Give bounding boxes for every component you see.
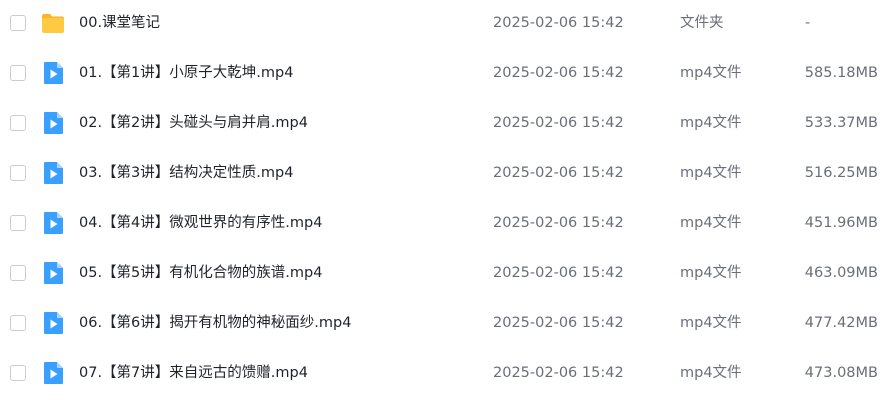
row-checkbox[interactable] — [10, 15, 26, 31]
file-modified-date: 2025-02-06 15:42 — [493, 115, 624, 131]
file-size: 533.37MB — [804, 115, 878, 131]
file-row-video[interactable]: 02.【第2讲】头碰头与肩并肩.mp4 2025-02-06 15:42 mp4… — [0, 100, 886, 150]
video-file-icon — [41, 61, 65, 85]
file-modified-date: 2025-02-06 15:42 — [493, 315, 624, 331]
row-checkbox[interactable] — [10, 215, 26, 231]
file-row-video[interactable]: 07.【第7讲】来自远古的馈赠.mp4 2025-02-06 15:42 mp4… — [0, 350, 886, 400]
file-type: mp4文件 — [680, 165, 742, 181]
file-name[interactable]: 00.课堂笔记 — [79, 14, 160, 32]
file-name[interactable]: 01.【第1讲】小原子大乾坤.mp4 — [79, 64, 293, 82]
file-size: 473.08MB — [804, 365, 878, 381]
row-checkbox[interactable] — [10, 65, 26, 81]
file-row-video[interactable]: 03.【第3讲】结构决定性质.mp4 2025-02-06 15:42 mp4文… — [0, 150, 886, 200]
row-checkbox[interactable] — [10, 365, 26, 381]
file-name[interactable]: 05.【第5讲】有机化合物的族谱.mp4 — [79, 264, 322, 282]
file-name[interactable]: 04.【第4讲】微观世界的有序性.mp4 — [79, 214, 322, 232]
file-type: mp4文件 — [680, 65, 742, 81]
file-type: mp4文件 — [680, 215, 742, 231]
file-size: 463.09MB — [804, 265, 878, 281]
row-checkbox[interactable] — [10, 315, 26, 331]
file-size: 451.96MB — [804, 215, 878, 231]
file-modified-date: 2025-02-06 15:42 — [493, 215, 624, 231]
file-name[interactable]: 06.【第6讲】揭开有机物的神秘面纱.mp4 — [79, 314, 351, 332]
file-modified-date: 2025-02-06 15:42 — [493, 365, 624, 381]
video-file-icon — [41, 111, 65, 135]
file-type: 文件夹 — [680, 15, 724, 31]
file-type: mp4文件 — [680, 265, 742, 281]
row-checkbox[interactable] — [10, 115, 26, 131]
file-size: 585.18MB — [804, 65, 878, 81]
file-type: mp4文件 — [680, 365, 742, 381]
file-size: 477.42MB — [804, 315, 878, 331]
file-modified-date: 2025-02-06 15:42 — [493, 165, 624, 181]
file-size: 516.25MB — [804, 165, 878, 181]
file-row-video[interactable]: 06.【第6讲】揭开有机物的神秘面纱.mp4 2025-02-06 15:42 … — [0, 300, 886, 350]
file-size: - — [805, 15, 811, 31]
file-modified-date: 2025-02-06 15:42 — [493, 65, 624, 81]
row-checkbox[interactable] — [10, 165, 26, 181]
video-file-icon — [41, 211, 65, 235]
file-modified-date: 2025-02-06 15:42 — [493, 15, 624, 31]
video-file-icon — [41, 361, 65, 385]
video-file-icon — [41, 261, 65, 285]
file-row-video[interactable]: 01.【第1讲】小原子大乾坤.mp4 2025-02-06 15:42 mp4文… — [0, 50, 886, 100]
file-name[interactable]: 07.【第7讲】来自远古的馈赠.mp4 — [79, 364, 308, 382]
video-file-icon — [41, 161, 65, 185]
file-row-video[interactable]: 05.【第5讲】有机化合物的族谱.mp4 2025-02-06 15:42 mp… — [0, 250, 886, 300]
file-type: mp4文件 — [680, 115, 742, 131]
folder-icon — [41, 11, 65, 35]
video-file-icon — [41, 311, 65, 335]
file-name[interactable]: 03.【第3讲】结构决定性质.mp4 — [79, 164, 293, 182]
file-name[interactable]: 02.【第2讲】头碰头与肩并肩.mp4 — [79, 114, 308, 132]
file-row-video[interactable]: 04.【第4讲】微观世界的有序性.mp4 2025-02-06 15:42 mp… — [0, 200, 886, 250]
file-type: mp4文件 — [680, 315, 742, 331]
file-row-folder[interactable]: 00.课堂笔记 2025-02-06 15:42 文件夹 - — [0, 0, 886, 50]
file-list: 00.课堂笔记 2025-02-06 15:42 文件夹 - 01.【第1讲】小… — [0, 0, 886, 389]
file-modified-date: 2025-02-06 15:42 — [493, 265, 624, 281]
row-checkbox[interactable] — [10, 265, 26, 281]
